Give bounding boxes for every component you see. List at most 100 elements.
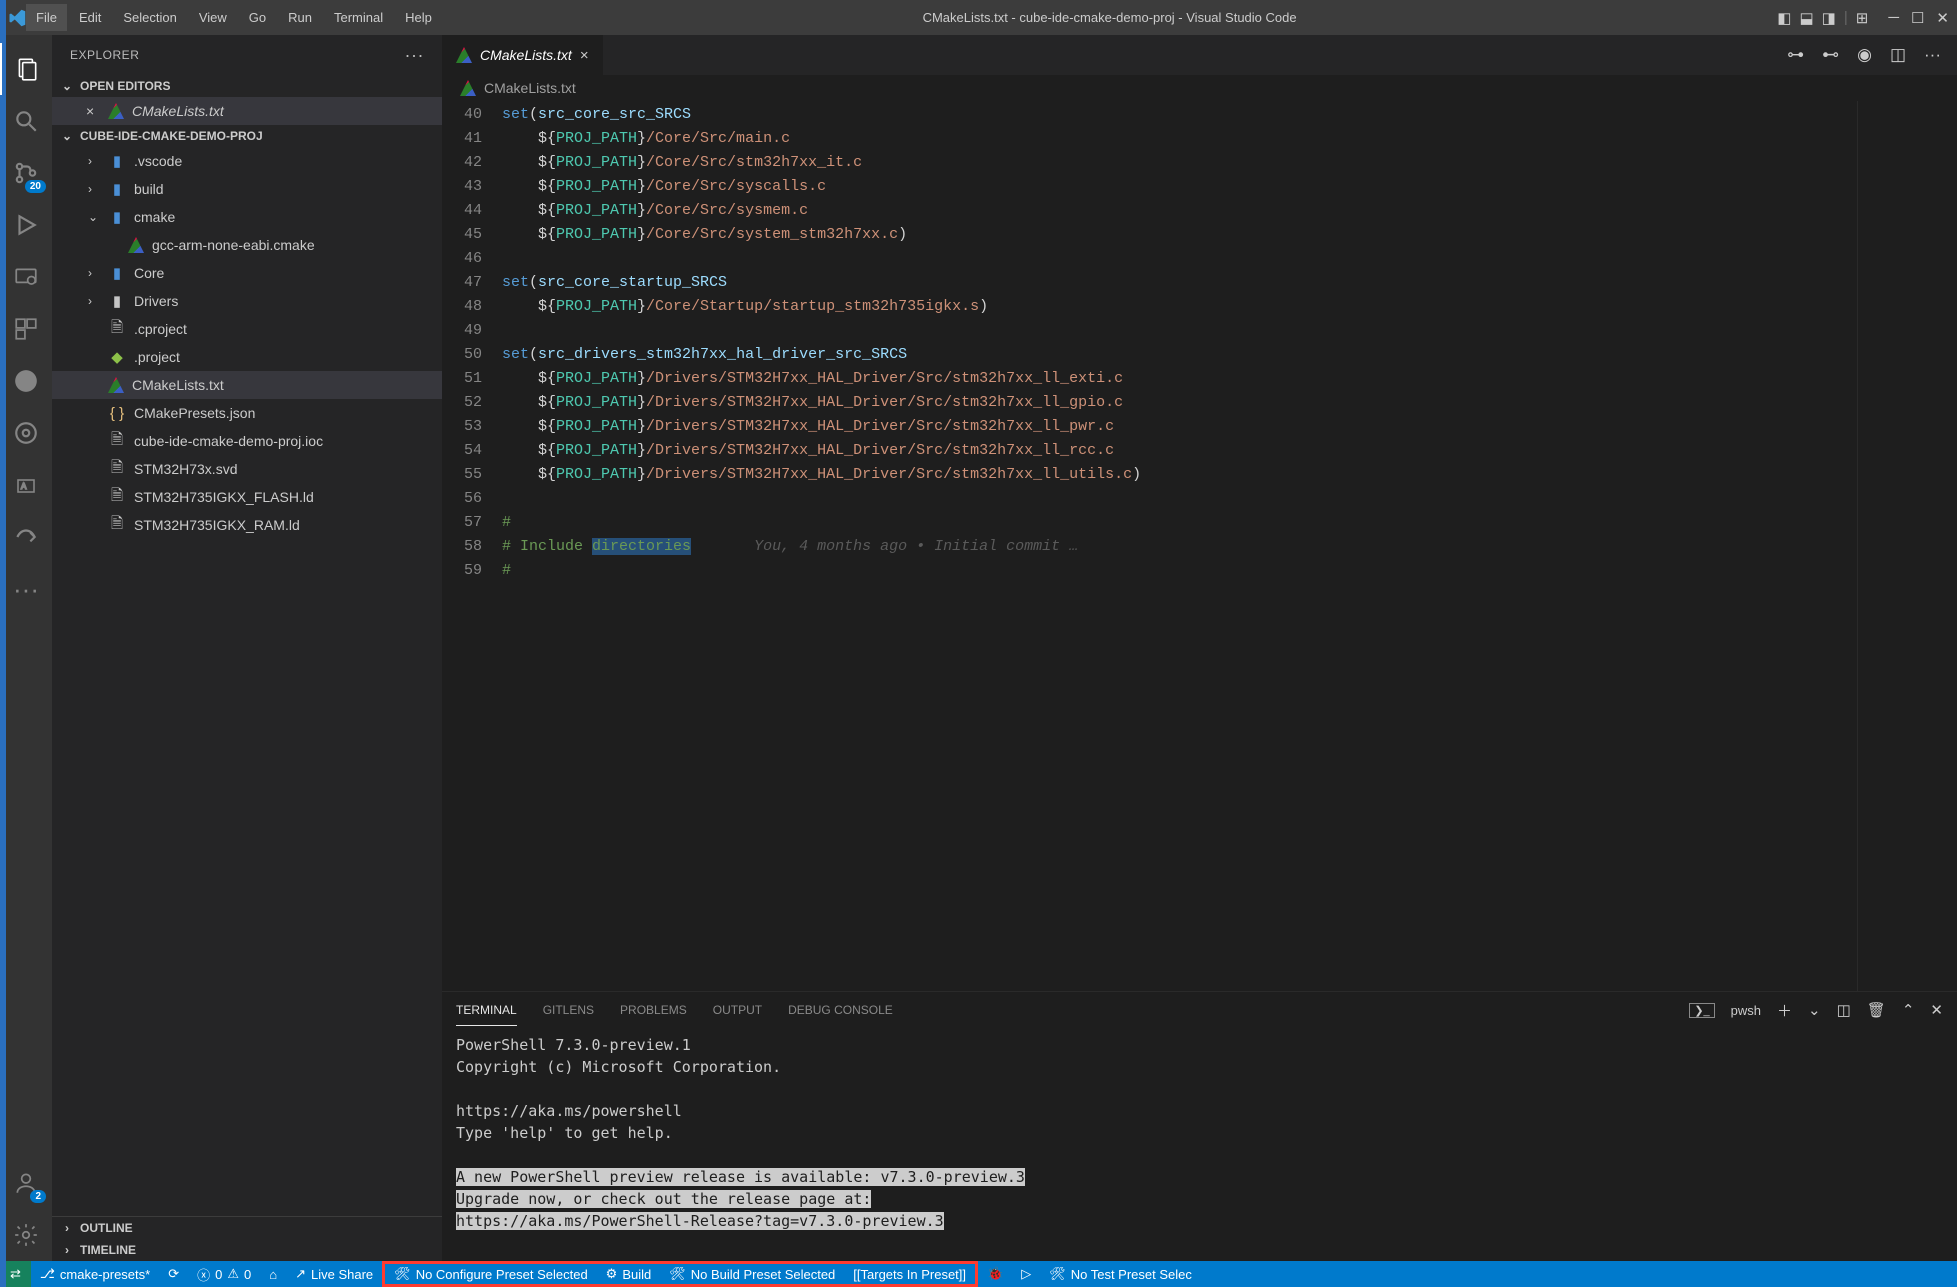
- minimize-icon[interactable]: ─: [1888, 9, 1899, 26]
- folder-icon: ▮: [108, 152, 126, 170]
- terminal-launch-icon[interactable]: ❯_: [1689, 1003, 1714, 1018]
- menu-terminal[interactable]: Terminal: [324, 4, 393, 31]
- close-panel-icon[interactable]: ✕: [1930, 1001, 1943, 1019]
- maximize-icon[interactable]: ☐: [1911, 9, 1924, 27]
- code-content[interactable]: set(src_core_src_SRCS ${PROJ_PATH}/Core/…: [502, 101, 1857, 991]
- ports-button[interactable]: ⌂: [260, 1261, 286, 1287]
- github-icon[interactable]: [0, 355, 52, 407]
- customize-layout-icon[interactable]: ⊞: [1856, 9, 1869, 27]
- panel-tabs: TERMINAL GITLENS PROBLEMS OUTPUT DEBUG CONSO…: [442, 992, 1957, 1028]
- bug-icon: 🐞: [987, 1266, 1003, 1282]
- panel-tab-debug-console[interactable]: DEBUG CONSOLE: [788, 995, 893, 1025]
- terminal-dropdown-icon[interactable]: ⌄: [1808, 1001, 1821, 1019]
- git-branch[interactable]: ⎇ cmake-presets*: [31, 1261, 159, 1287]
- settings-gear-icon[interactable]: [0, 1209, 52, 1261]
- build-preset-button[interactable]: 🛠 No Build Preset Selected: [660, 1264, 844, 1284]
- file-item[interactable]: ◆.project: [52, 343, 442, 371]
- kill-terminal-icon[interactable]: 🗑: [1867, 1001, 1886, 1019]
- live-share-label: Live Share: [311, 1267, 373, 1282]
- project-section[interactable]: ⌄ CUBE-IDE-CMAKE-DEMO-PROJ: [52, 125, 442, 147]
- tab-cmakelists[interactable]: CMakeLists.txt ×: [442, 35, 604, 75]
- sync-icon: ⟳: [168, 1266, 179, 1282]
- accounts-icon[interactable]: 2: [0, 1157, 52, 1209]
- menu-help[interactable]: Help: [395, 4, 442, 31]
- main-area: 20 A ··· 2: [0, 35, 1957, 1261]
- timeline-section[interactable]: › TIMELINE: [52, 1239, 442, 1261]
- cortex-icon[interactable]: A: [0, 459, 52, 511]
- split-terminal-icon[interactable]: ◫: [1837, 1001, 1851, 1019]
- sync-button[interactable]: ⟳: [159, 1261, 188, 1287]
- close-editor-icon[interactable]: ×: [86, 103, 100, 119]
- terminal-output[interactable]: PowerShell 7.3.0-preview.1Copyright (c) …: [442, 1028, 1957, 1261]
- explorer-more-icon[interactable]: ···: [405, 45, 424, 66]
- file-item[interactable]: 🗎STM32H73x.svd: [52, 455, 442, 483]
- launch-button[interactable]: ▷: [1012, 1261, 1040, 1287]
- menu-edit[interactable]: Edit: [69, 4, 111, 31]
- run-debug-icon[interactable]: [0, 199, 52, 251]
- source-control-icon[interactable]: 20: [0, 147, 52, 199]
- panel-tab-problems[interactable]: PROBLEMS: [620, 995, 687, 1025]
- live-share-button[interactable]: ↗ Live Share: [286, 1261, 382, 1287]
- file-item[interactable]: 🗎.cproject: [52, 315, 442, 343]
- problems-indicator[interactable]: ⓧ 0 ⚠ 0: [188, 1261, 260, 1287]
- maximize-panel-icon[interactable]: ⌃: [1902, 1001, 1915, 1019]
- more-icon[interactable]: ···: [0, 563, 52, 615]
- build-button[interactable]: ⚙ Build: [597, 1264, 661, 1284]
- toggle-primary-sidebar-icon[interactable]: ◧: [1777, 9, 1791, 27]
- minimap[interactable]: [1857, 101, 1957, 991]
- menu-file[interactable]: File: [26, 4, 67, 31]
- panel-tab-gitlens[interactable]: GITLENS: [543, 995, 594, 1025]
- panel-tab-output[interactable]: OUTPUT: [713, 995, 762, 1025]
- folder-item[interactable]: ›▮Core: [52, 259, 442, 287]
- vscode-logo-icon: [8, 9, 26, 27]
- build-targets-button[interactable]: [[Targets In Preset]]: [844, 1264, 975, 1284]
- share-icon[interactable]: [0, 511, 52, 563]
- explorer-icon[interactable]: [0, 43, 52, 95]
- folder-item[interactable]: ›▮.vscode: [52, 147, 442, 175]
- file-annotations-icon[interactable]: ◉: [1857, 45, 1872, 65]
- git-compare-icon[interactable]: ⊷: [1822, 45, 1839, 65]
- menu-go[interactable]: Go: [239, 4, 276, 31]
- split-editor-icon[interactable]: ◫: [1890, 45, 1906, 65]
- chevron-right-icon: ›: [88, 182, 100, 196]
- chevron-right-icon: ›: [60, 1221, 74, 1235]
- outline-section[interactable]: › OUTLINE: [52, 1217, 442, 1239]
- breadcrumb[interactable]: CMakeLists.txt: [442, 75, 1957, 101]
- toggle-secondary-sidebar-icon[interactable]: ◨: [1822, 9, 1836, 27]
- extensions-icon[interactable]: [0, 303, 52, 355]
- terminal-kind-label[interactable]: pwsh: [1731, 1003, 1761, 1018]
- file-item[interactable]: 🗎STM32H735IGKX_FLASH.ld: [52, 483, 442, 511]
- search-icon[interactable]: [0, 95, 52, 147]
- debug-button[interactable]: 🐞: [978, 1261, 1012, 1287]
- menu-view[interactable]: View: [189, 4, 237, 31]
- file-item[interactable]: gcc-arm-none-eabi.cmake: [52, 231, 442, 259]
- folder-item[interactable]: ›▮Drivers: [52, 287, 442, 315]
- file-item[interactable]: { }CMakePresets.json: [52, 399, 442, 427]
- chevron-down-icon: ⌄: [60, 79, 74, 93]
- explorer-header: EXPLORER ···: [52, 35, 442, 75]
- test-preset-button[interactable]: 🛠 No Test Preset Selec: [1040, 1261, 1201, 1287]
- file-item[interactable]: 🗎cube-ide-cmake-demo-proj.ioc: [52, 427, 442, 455]
- code-editor[interactable]: 4041424344454647484950515253545556575859…: [442, 101, 1957, 991]
- line-numbers: 4041424344454647484950515253545556575859: [442, 101, 502, 991]
- remote-explorer-icon[interactable]: [0, 251, 52, 303]
- file-item[interactable]: CMakeLists.txt: [52, 371, 442, 399]
- toggle-panel-icon[interactable]: ⬓: [1799, 9, 1813, 27]
- editor-more-icon[interactable]: ···: [1924, 45, 1941, 65]
- commit-graph-icon[interactable]: ⊶: [1787, 45, 1804, 65]
- close-icon[interactable]: ✕: [1936, 9, 1949, 27]
- menu-run[interactable]: Run: [278, 4, 322, 31]
- tab-close-icon[interactable]: ×: [580, 47, 589, 64]
- folder-item[interactable]: ›▮build: [52, 175, 442, 203]
- menu-selection[interactable]: Selection: [113, 4, 186, 31]
- new-terminal-icon[interactable]: ＋: [1777, 1000, 1792, 1021]
- panel-tab-terminal[interactable]: TERMINAL: [456, 995, 517, 1026]
- folder-icon: ▮: [108, 180, 126, 198]
- open-editors-section[interactable]: ⌄ OPEN EDITORS: [52, 75, 442, 97]
- configure-preset-button[interactable]: 🛠 No Configure Preset Selected: [385, 1264, 597, 1284]
- file-item[interactable]: 🗎STM32H735IGKX_RAM.ld: [52, 511, 442, 539]
- open-editor-item[interactable]: × CMakeLists.txt: [52, 97, 442, 125]
- gitlens-icon[interactable]: [0, 407, 52, 459]
- item-label: STM32H73x.svd: [134, 461, 237, 477]
- folder-item[interactable]: ⌄▮cmake: [52, 203, 442, 231]
